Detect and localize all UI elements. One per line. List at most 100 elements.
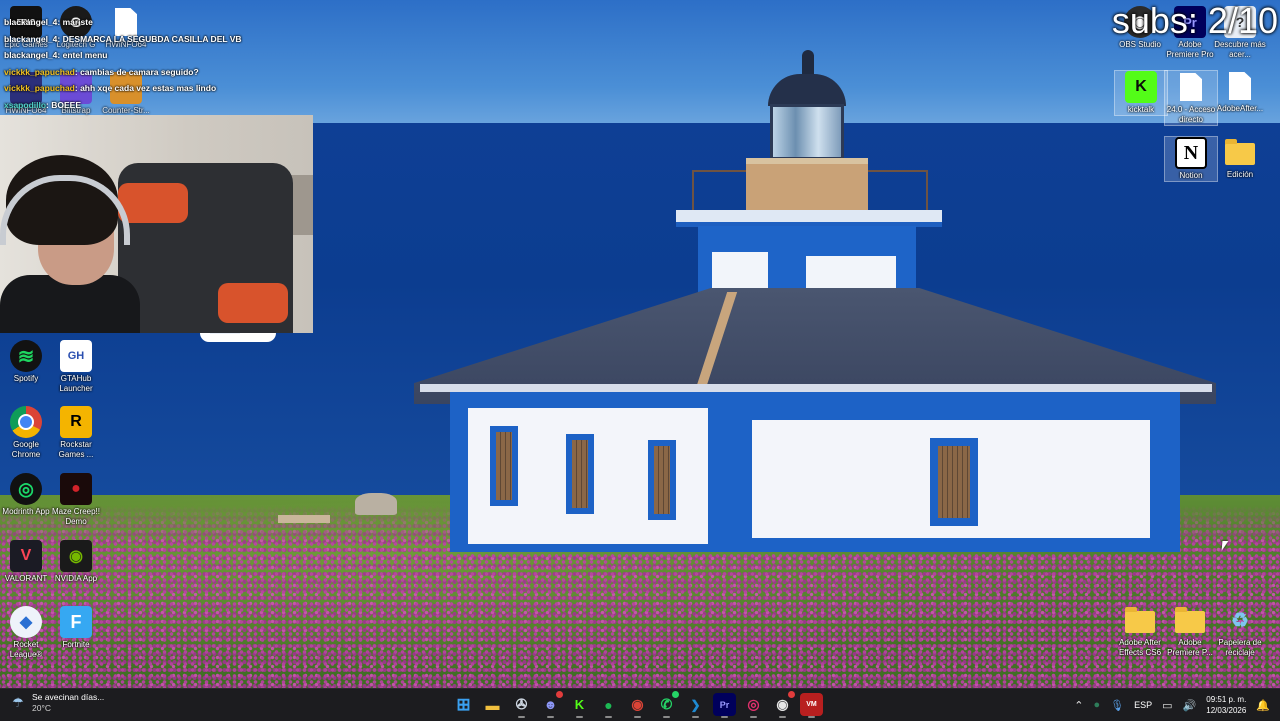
volume-icon[interactable]: 🔊 <box>1183 699 1197 712</box>
steam-icon[interactable]: ✇ <box>510 693 533 718</box>
notion-icon: N <box>1175 137 1207 169</box>
obs-taskbar-icon[interactable]: ◉ <box>771 691 795 718</box>
desktop-icon-edicion[interactable]: Edición <box>1214 136 1266 180</box>
streamer <box>0 155 140 333</box>
chevron-up-icon[interactable]: ⌃ <box>1074 699 1083 712</box>
chat-username: blackangel_4 <box>4 33 58 44</box>
desktop-icon-label: AdobeAfter... <box>1216 104 1264 113</box>
subs-goal-counter: subs: 2/10 <box>1111 0 1278 41</box>
wallpaper-boat <box>200 329 276 342</box>
valorant-icon: V <box>10 540 42 572</box>
gtahub-icon: GH <box>60 340 92 372</box>
chat-message: xsapodillo: BOEEE <box>4 97 242 114</box>
chat-username: blackangel_4 <box>4 50 58 60</box>
microphone-icon[interactable]: 🎙 <box>1110 699 1124 712</box>
chrome-taskbar-icon[interactable]: ◉ <box>626 693 649 718</box>
desktop-icon-label: Fortnite <box>62 640 90 649</box>
desktop-icon-label: GTAHub Launcher <box>59 374 93 393</box>
premiere-taskbar-icon[interactable]: Pr <box>713 693 736 718</box>
instagram-icon[interactable]: ◎ <box>742 693 765 718</box>
taskbar-apps: ⊞ ▬ ✇ ☻ K ● ◉ ✆ ❯ Pr ◎ ◉ VM <box>452 691 823 718</box>
desktop-icon-notion[interactable]: N Notion <box>1164 136 1218 182</box>
desktop-icon-label: Notion <box>1179 171 1203 180</box>
desktop-icon-premiere-folder[interactable]: Adobe Premiere P... <box>1164 604 1216 658</box>
clock-date: 12/03/2026 <box>1206 706 1247 715</box>
desktop-icon-kicktalk[interactable]: K kicktalk <box>1114 70 1168 116</box>
spotify-taskbar-icon[interactable]: ● <box>597 693 620 718</box>
folder-icon <box>1174 604 1206 636</box>
chat-text: DESMARCA LA SEGUBDA CASILLA DEL VB <box>62 33 242 44</box>
desktop-icon-label: Papelera de reciclaje <box>1218 638 1262 657</box>
tray-app-icon[interactable]: ● <box>1094 699 1101 711</box>
wallpaper-bench <box>278 515 330 523</box>
desktop-icon-nvidia[interactable]: ◉ NVIDIA App <box>50 540 102 584</box>
vscode-icon[interactable]: ❯ <box>684 693 707 718</box>
maze-creep-icon: ● <box>60 473 92 505</box>
desktop-icon-label: Spotify <box>13 374 39 383</box>
desktop-icon-rockstar[interactable]: R Rockstar Games ... <box>50 406 102 460</box>
windows-start-icon[interactable]: ⊞ <box>452 693 475 716</box>
desktop-icon-fortnite[interactable]: F Fortnite <box>50 606 102 650</box>
desktop-icon-label: Edición <box>1226 170 1254 179</box>
spotify-icon: ≋ <box>10 340 42 372</box>
chat-message: vickkk_papuchad: cambias de camara segui… <box>4 64 242 81</box>
discord-icon[interactable]: ☻ <box>539 691 563 718</box>
kicktalk-taskbar-icon[interactable]: K <box>568 693 591 718</box>
lighthouse-tip <box>802 50 814 76</box>
desktop-icon-label: Rocket League® <box>9 640 43 659</box>
chat-username: xsapodillo <box>4 99 47 110</box>
desktop-icon-label: kicktalk <box>1127 105 1155 114</box>
desktop-icon-recycle-bin[interactable]: ♻ Papelera de reciclaje <box>1214 604 1266 658</box>
nvidia-icon: ◉ <box>60 540 92 572</box>
rocket-league-icon: ◆ <box>10 606 42 638</box>
desktop-icon-adobeafter-file[interactable]: AdobeAfter... <box>1214 70 1266 114</box>
desktop-icon-label: 24.0 - Acceso directo <box>1166 105 1216 124</box>
desktop-icon-shortcut[interactable]: 24.0 - Acceso directo <box>1164 70 1218 126</box>
weather-widget[interactable]: ☂ Se avecinan días... 20°C <box>10 692 104 714</box>
folder-icon <box>1124 604 1156 636</box>
chat-username: vickkk_papuchad <box>4 83 75 93</box>
whatsapp-icon[interactable]: ✆ <box>655 691 679 718</box>
taskbar: ☂ Se avecinan días... 20°C ⊞ ▬ ✇ ☻ K ● ◉… <box>0 688 1280 721</box>
weather-description: Se avecinan días... <box>32 692 105 702</box>
desktop-icon-label: Descubre más acer... <box>1214 40 1266 59</box>
file-explorer-icon[interactable]: ▬ <box>481 693 504 716</box>
weather-temperature: 20°C <box>32 703 51 713</box>
language-indicator[interactable]: ESP <box>1134 700 1152 710</box>
notifications-icon[interactable]: 🔔 <box>1256 699 1270 712</box>
chat-username: blackangel_4 <box>4 17 58 27</box>
rockstar-icon: R <box>60 406 92 438</box>
shortcut-file-icon <box>1175 71 1207 103</box>
system-tray: ⌃ ● 🎙 ESP ▭ 🔊 09:51 p. m. 12/03/2026 🔔 <box>1074 689 1270 721</box>
desktop-icon-spotify[interactable]: ≋ Spotify <box>0 340 52 384</box>
weather-icon: ☂ <box>12 695 24 710</box>
desktop-icon-chrome[interactable]: Google Chrome <box>0 406 52 460</box>
desktop-icon-valorant[interactable]: V VALORANT <box>0 540 52 584</box>
weather-text: Se avecinan días... 20°C <box>32 692 104 714</box>
modrinth-icon: ◎ <box>10 473 42 505</box>
lighthouse-lantern <box>770 104 844 160</box>
fortnite-icon: F <box>60 606 92 638</box>
desktop-icon-label: VALORANT <box>4 574 48 583</box>
network-icon[interactable]: ▭ <box>1162 699 1172 712</box>
chat-text: cambias de camara seguido? <box>80 66 199 77</box>
chat-message: blackangel_4: entel menu <box>4 47 242 64</box>
mouse-cursor-icon <box>1221 541 1229 551</box>
desktop-icon-label: Adobe Premiere Pro <box>1166 40 1214 59</box>
chat-text: ahh xqe cada vez estas mas lindo <box>80 83 217 93</box>
lighthouse-house <box>450 392 1180 552</box>
desktop-icon-modrinth[interactable]: ◎ Modrinth App <box>0 473 52 517</box>
wallpaper-rock <box>355 493 397 515</box>
desktop-icon-gtahub[interactable]: GH GTAHub Launcher <box>50 340 102 394</box>
clock[interactable]: 09:51 p. m. 12/03/2026 <box>1206 694 1246 716</box>
lighthouse-balcony <box>676 210 942 227</box>
desktop-icon-rocket-league[interactable]: ◆ Rocket League® <box>0 606 52 660</box>
chat-text: BOEEE <box>51 99 82 110</box>
voicemeeter-icon[interactable]: VM <box>800 693 823 718</box>
folder-icon <box>1224 136 1256 168</box>
desktop-icon-maze-creep[interactable]: ● Maze Creep!! Demo <box>50 473 102 527</box>
desktop-icon-after-effects-folder[interactable]: Adobe After Effects CS6 <box>1114 604 1166 658</box>
chat-text: mariste <box>62 17 93 27</box>
desktop-icon-label: Google Chrome <box>11 440 41 459</box>
desktop-icon-label: Modrinth App <box>2 507 50 516</box>
